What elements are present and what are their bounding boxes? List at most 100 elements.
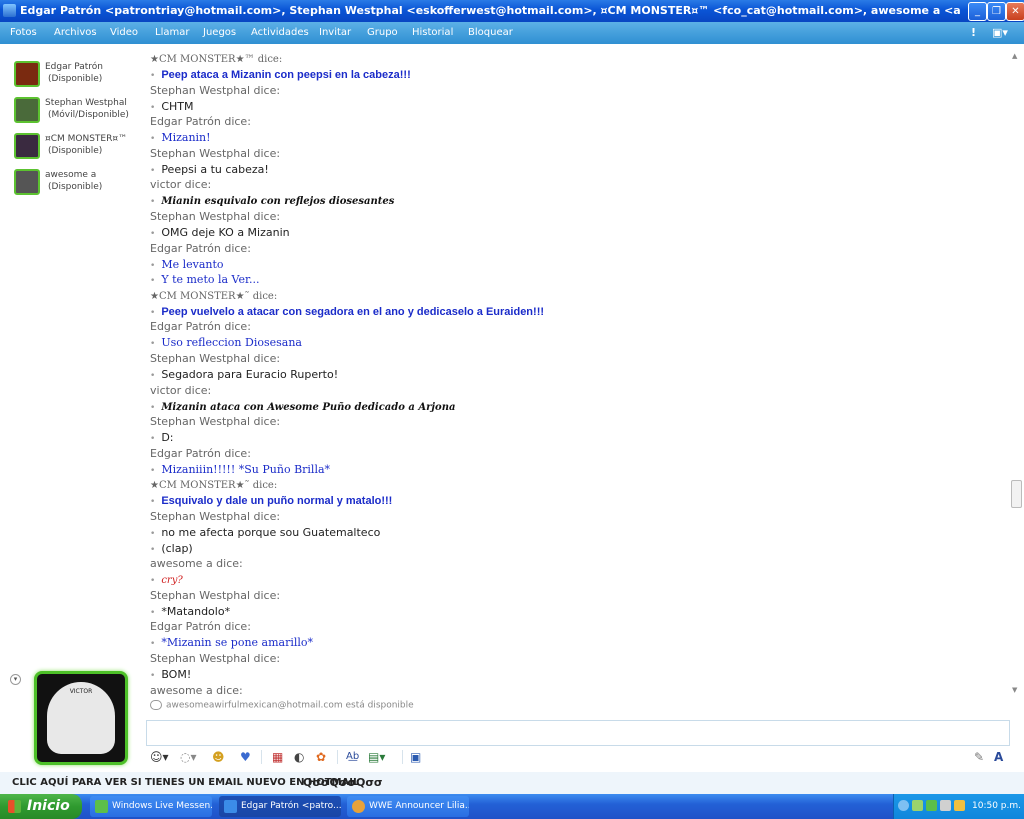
- games-icon[interactable]: ◐: [294, 749, 304, 765]
- menu-bloquear[interactable]: Bloquear: [468, 27, 513, 38]
- sender-name: victor dice:: [150, 383, 212, 397]
- bullet-icon: •: [150, 671, 156, 681]
- sender-line: ★CM MONSTER★˜ dice:: [150, 289, 277, 305]
- sender-line: Edgar Patrón dice:: [150, 447, 251, 463]
- menu-grupo[interactable]: Grupo: [367, 27, 398, 38]
- message-text: Me levanto: [161, 257, 224, 271]
- text-mode-icon[interactable]: A: [994, 749, 1003, 765]
- message-line: • cry?: [150, 573, 183, 589]
- message-text: Mianin esquivalo con reflejos diosesante…: [161, 196, 395, 208]
- sender-line: Edgar Patrón dice:: [150, 620, 251, 636]
- voice-clip-icon[interactable]: ♥: [240, 749, 251, 765]
- contact-awesome[interactable]: awesome a (Disponible): [14, 169, 139, 197]
- menu-historial[interactable]: Historial: [412, 27, 453, 38]
- scroll-thumb[interactable]: [1011, 480, 1022, 508]
- sender-name: ★CM MONSTER★˜ dice:: [150, 290, 278, 302]
- taskbar: Inicio Windows Live Messen... Edgar Patr…: [0, 794, 1024, 819]
- title-bar[interactable]: Edgar Patrón <patrontriay@hotmail.com>, …: [0, 0, 1024, 22]
- message-line: • Segadora para Euracio Ruperto!: [150, 368, 338, 384]
- task-messenger[interactable]: Windows Live Messen...: [90, 796, 212, 817]
- sender-name: Stephan Westphal dice:: [150, 146, 281, 160]
- handwriting-icon[interactable]: ✎: [974, 749, 984, 765]
- activities-icon[interactable]: ✿: [316, 749, 326, 765]
- alert-icon[interactable]: !: [971, 26, 976, 39]
- conversation-scrollbar[interactable]: ▲ ▼: [1010, 50, 1022, 698]
- wink-icon[interactable]: ◌▾: [180, 749, 197, 765]
- emoticon-icon[interactable]: ☺▾: [150, 749, 169, 765]
- start-button[interactable]: Inicio: [0, 794, 82, 819]
- tray-arrow-icon[interactable]: [898, 800, 909, 811]
- image-icon[interactable]: ▤▾: [368, 749, 385, 765]
- contact-edgar[interactable]: Edgar Patrón (Disponible): [14, 61, 139, 89]
- options-icon[interactable]: ▣▾: [992, 26, 1008, 39]
- bullet-icon: •: [150, 544, 156, 555]
- contact-stephan[interactable]: Stephan Westphal (Móvil/Disponible): [14, 97, 139, 125]
- message-input[interactable]: [146, 720, 1010, 746]
- task-browser[interactable]: WWE Announcer Lilia...: [347, 796, 469, 817]
- sender-line: awesome a dice:: [150, 684, 243, 696]
- menu-actividades[interactable]: Actividades: [251, 27, 309, 38]
- message-line: • Y te meto la Ver...: [150, 273, 260, 289]
- message-line: • Mizanin!: [150, 131, 211, 147]
- input-toolbar: ☺▾ ◌▾ ☻ ♥ ▦ ◐ ✿ A͟b ▤▾ ▣ ✎ A: [146, 746, 1008, 768]
- menu-archivos[interactable]: Archivos: [54, 27, 97, 38]
- conversation-icon: [224, 800, 237, 813]
- menu-juegos[interactable]: Juegos: [203, 27, 236, 38]
- font-icon[interactable]: A͟b: [346, 749, 359, 765]
- message-text: Esquivalo y dale un puño normal y matalo…: [161, 495, 393, 508]
- menu-fotos[interactable]: Fotos: [10, 27, 37, 38]
- participants-panel: Edgar Patrón (Disponible) Stephan Westph…: [0, 44, 140, 776]
- message-text: (clap): [161, 541, 193, 555]
- bullet-icon: •: [150, 102, 156, 113]
- sender-name: ★CM MONSTER★˜ dice:: [150, 480, 278, 492]
- scroll-down-arrow[interactable]: ▼: [1012, 686, 1017, 694]
- sender-name: awesome a dice:: [150, 683, 243, 696]
- contact-status: (Disponible): [48, 146, 103, 156]
- network-icon[interactable]: [912, 800, 923, 811]
- task-conversation[interactable]: Edgar Patrón <patro...: [219, 796, 341, 817]
- toolbar-divider: [337, 750, 338, 764]
- start-label: Inicio: [27, 798, 70, 814]
- message-line: • Mizanin ataca con Awesome Puño dedicado…: [150, 400, 455, 416]
- messenger-tray-icon[interactable]: [926, 800, 937, 811]
- collapse-icon[interactable]: ▾: [10, 674, 21, 685]
- maximize-button[interactable]: ❐: [987, 2, 1006, 21]
- hotmail-ad-bar[interactable]: CLIC AQUÍ PARA VER SI TIENES UN EMAIL NU…: [0, 772, 1024, 794]
- bullet-icon: •: [150, 576, 156, 587]
- bullet-icon: •: [150, 307, 156, 318]
- toolbar-divider: [402, 750, 403, 764]
- nudge-icon[interactable]: ☻: [212, 749, 225, 765]
- contact-status: (Disponible): [48, 182, 103, 192]
- own-display-picture[interactable]: VICTOR: [34, 671, 128, 765]
- contact-name: ¤CM MONSTER¤™: [45, 134, 128, 144]
- scroll-up-arrow[interactable]: ▲: [1012, 52, 1017, 60]
- avatar: [14, 61, 40, 87]
- security-icon[interactable]: [954, 800, 965, 811]
- volume-icon[interactable]: [940, 800, 951, 811]
- status-text: awesomeawirfulmexican@hotmail.com está d…: [166, 700, 414, 711]
- message-text: *Matandolo*: [161, 604, 231, 618]
- send-files-icon[interactable]: ▣: [410, 749, 421, 765]
- menu-invitar[interactable]: Invitar: [319, 27, 351, 38]
- avatar-text: VICTOR: [69, 688, 93, 695]
- message-line: • no me afecta porque sou Guatemalteco: [150, 526, 380, 542]
- background-icon[interactable]: ▦: [272, 749, 283, 765]
- message-text: Peep vuelvelo a atacar con segadora en e…: [161, 305, 545, 318]
- menu-video[interactable]: Video: [110, 27, 138, 38]
- minimize-button[interactable]: _: [968, 2, 987, 21]
- messenger-icon: [3, 4, 16, 17]
- menu-llamar[interactable]: Llamar: [155, 27, 189, 38]
- message-line: • (clap): [150, 542, 193, 558]
- conversation-history[interactable]: ★CM MONSTER★™ dice: • Peep ataca a Mizanin…: [146, 50, 1008, 696]
- sender-name: Stephan Westphal dice:: [150, 652, 281, 665]
- avatar: [14, 97, 40, 123]
- sender-line: Stephan Westphal dice:: [150, 210, 280, 226]
- contact-status: (Móvil/Disponible): [48, 110, 129, 120]
- close-button[interactable]: ✕: [1006, 2, 1024, 21]
- messenger-icon: [95, 800, 108, 813]
- sender-line: Stephan Westphal dice:: [150, 352, 280, 368]
- contact-monster[interactable]: ¤CM MONSTER¤™ (Disponible): [14, 133, 139, 161]
- message-line: • *Matandolo*: [150, 605, 230, 621]
- bullet-icon: •: [150, 339, 156, 350]
- bullet-icon: •: [150, 607, 156, 618]
